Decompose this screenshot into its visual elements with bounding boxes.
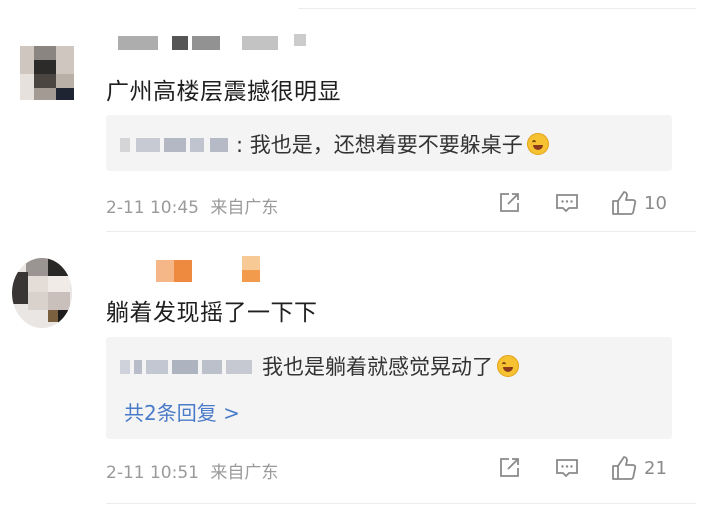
comment-text: 躺着发现摇了一下下 [106, 300, 318, 326]
share-icon[interactable] [496, 455, 522, 481]
avatar[interactable] [12, 258, 72, 328]
username-blurred[interactable] [156, 256, 276, 284]
comment-time: 2-11 10:45 [106, 198, 199, 218]
like-icon[interactable] [610, 454, 638, 482]
like-icon[interactable] [610, 189, 638, 217]
laugh-cry-emoji-icon [497, 355, 519, 377]
reply-box[interactable]: 我也是躺着就感觉晃动了 共2条回复 > [106, 337, 672, 439]
comment-divider [106, 503, 696, 504]
comment-location: 来自广东 [210, 463, 279, 483]
like-count: 10 [644, 192, 667, 214]
comment-icon[interactable] [554, 455, 580, 481]
reply-text: 我也是躺着就感觉晃动了 [262, 355, 493, 379]
comment-divider [106, 231, 696, 232]
top-divider [298, 8, 696, 9]
reply-text: : 我也是，还想着要不要躲桌子 [236, 133, 523, 157]
avatar[interactable] [20, 46, 74, 100]
like-count: 21 [644, 457, 667, 479]
reply-box[interactable]: : 我也是，还想着要不要躲桌子 [106, 115, 672, 171]
comment-actions: 21 [496, 454, 667, 482]
laugh-cry-emoji-icon [526, 133, 549, 155]
view-more-replies-link[interactable]: 共2条回复 > [124, 397, 240, 426]
comment-actions: 10 [496, 189, 667, 217]
comment-text: 广州高楼层震撼很明显 [106, 79, 341, 105]
reply-username-blurred[interactable] [120, 135, 232, 153]
comment-icon[interactable] [554, 190, 580, 216]
username-blurred[interactable] [118, 34, 318, 54]
share-icon[interactable] [496, 190, 522, 216]
reply-username-blurred[interactable] [120, 357, 258, 375]
comment-location: 来自广东 [210, 198, 279, 218]
comment-time: 2-11 10:51 [106, 463, 199, 483]
comment-meta: 2-11 10:51 来自广东 [106, 458, 278, 483]
comment-meta: 2-11 10:45 来自广东 [106, 193, 278, 218]
